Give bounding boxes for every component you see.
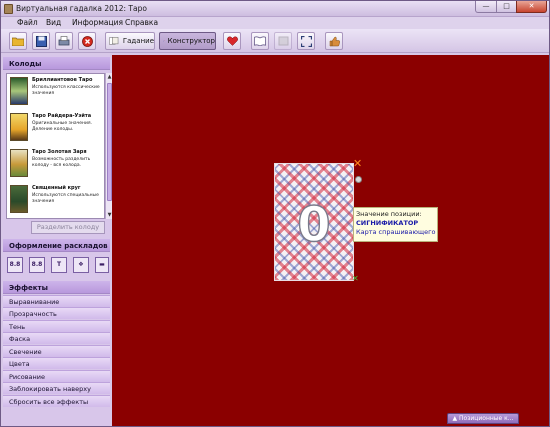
deck-item[interactable]: Священный круг Используются специальные … — [7, 183, 104, 218]
effect-bevel[interactable]: Фаска — [3, 332, 110, 344]
position-number-badge: 0 — [297, 200, 332, 246]
fortune-mode-button[interactable]: Гадание — [105, 32, 155, 50]
constructor-mode-label: Конструктор — [167, 37, 215, 45]
fortune-icon — [109, 37, 119, 45]
sidebar: Колоды Бриллиантовое Таро Используются к… — [3, 55, 112, 426]
effect-shadow[interactable]: Тень — [3, 320, 110, 332]
deck-description: Возможность разделить колоду - вся колод… — [32, 157, 91, 168]
text-tool-icon[interactable]: T — [51, 257, 67, 273]
position-tooltip: Значение позиции: СИГНИФИКАТОР Карта спр… — [353, 207, 438, 242]
deck-name: Таро Золотая Заря — [32, 149, 87, 155]
heart-icon — [226, 36, 238, 46]
layout-grid-icon[interactable]: 8.8 — [7, 257, 23, 273]
fullscreen-button[interactable] — [297, 32, 315, 50]
close-button[interactable]: ✕ — [516, 1, 547, 13]
position-number: 0 — [297, 200, 330, 246]
menu-file[interactable]: Файл — [17, 18, 38, 27]
layout-grid-alt-icon[interactable]: 8.8 — [29, 257, 45, 273]
title-bar: Виртуальная гадалка 2012: Таро — □ ✕ — [1, 1, 549, 17]
shapes-icon[interactable]: ❖ — [73, 257, 89, 273]
menu-view[interactable]: Вид — [46, 18, 61, 27]
book-icon — [254, 36, 266, 46]
deck-description: Оригинальные значения. Деление колоды. — [32, 121, 93, 132]
effect-drawing[interactable]: Рисование — [3, 370, 110, 382]
menu-bar: Файл Вид Информация Справка — [1, 17, 549, 29]
tooltip-position-name: СИГНИФИКАТОР — [356, 219, 419, 227]
deck-thumbnail — [10, 185, 28, 213]
disabled-icon — [278, 36, 288, 46]
deck-description: Используются классические значения — [32, 85, 100, 96]
toolbar: Гадание Конструктор — [1, 29, 549, 53]
effect-colors[interactable]: Цвета — [3, 357, 110, 369]
fortune-mode-label: Гадание — [122, 37, 154, 45]
deck-name: Таро Райдера-Уэйта — [32, 113, 92, 119]
split-deck-button[interactable]: Разделить колоду — [31, 221, 105, 234]
spread-canvas[interactable]: 0 ✕ ✕ Значение позиции: СИГНИФИКАТОР Кар… — [112, 55, 549, 426]
layout-toolbar: 8.8 8.8 T ❖ ▬ — [3, 254, 110, 276]
minimize-button[interactable]: — — [475, 1, 497, 13]
open-folder-icon — [12, 37, 24, 46]
tooltip-title: Значение позиции: — [356, 210, 422, 218]
menu-help[interactable]: Справка — [125, 18, 158, 27]
deck-thumbnail — [10, 113, 28, 141]
deck-description: Используются специальные значения — [32, 193, 99, 204]
constructor-icon — [163, 40, 165, 42]
fullscreen-icon — [300, 35, 312, 47]
effect-reset-all[interactable]: Сбросить все эффекты — [3, 395, 110, 407]
constructor-mode-button[interactable]: Конструктор — [159, 32, 216, 50]
decks-header: Колоды — [3, 57, 110, 70]
deck-name: Священный круг — [32, 185, 81, 191]
layout-header: Оформление раскладов — [3, 239, 110, 252]
print-icon — [58, 35, 70, 45]
effect-transparency[interactable]: Прозрачность — [3, 307, 110, 319]
deck-list-scrollbar[interactable]: ▲ ▼ — [105, 73, 112, 219]
print-button[interactable] — [55, 32, 73, 50]
favorite-button[interactable] — [223, 32, 241, 50]
menu-info[interactable]: Информация — [72, 18, 123, 27]
rotate-handle-icon[interactable] — [355, 176, 362, 183]
app-icon — [4, 4, 13, 14]
tooltip-position-desc: Карта спрашивающего — [356, 228, 436, 236]
maximize-button[interactable]: □ — [496, 1, 517, 13]
deck-item[interactable]: Бриллиантовое Таро Используются классиче… — [7, 75, 104, 110]
book-button[interactable] — [251, 32, 269, 50]
deck-item[interactable]: Таро Райдера-Уэйта Оригинальные значения… — [7, 111, 104, 146]
deck-thumbnail — [10, 149, 28, 177]
disabled-button[interactable] — [274, 32, 292, 50]
effect-align[interactable]: Выравнивание — [3, 295, 110, 307]
thumbs-up-icon — [329, 36, 340, 46]
save-icon — [35, 35, 47, 47]
save-button[interactable] — [32, 32, 50, 50]
resize-handle-icon[interactable]: ✕ — [352, 275, 360, 283]
app-window: Виртуальная гадалка 2012: Таро — □ ✕ Фай… — [0, 0, 550, 427]
positional-values-tab[interactable]: ▲ Позиционные к... — [447, 413, 519, 424]
stop-button[interactable] — [78, 32, 96, 50]
open-button[interactable] — [9, 32, 27, 50]
like-button[interactable] — [325, 32, 343, 50]
deck-list[interactable]: Бриллиантовое Таро Используются классиче… — [6, 73, 105, 219]
effect-glow[interactable]: Свечение — [3, 345, 110, 357]
window-title: Виртуальная гадалка 2012: Таро — [16, 4, 147, 13]
effects-header: Эффекты — [3, 281, 110, 294]
stop-icon — [81, 35, 93, 47]
frame-icon[interactable]: ▬ — [95, 257, 109, 273]
remove-card-icon[interactable]: ✕ — [353, 158, 364, 169]
effect-lock-top[interactable]: Заблокировать наверху — [3, 382, 110, 394]
deck-name: Бриллиантовое Таро — [32, 77, 93, 83]
deck-item[interactable]: Таро Золотая Заря Возможность разделить … — [7, 147, 104, 182]
deck-thumbnail — [10, 77, 28, 105]
